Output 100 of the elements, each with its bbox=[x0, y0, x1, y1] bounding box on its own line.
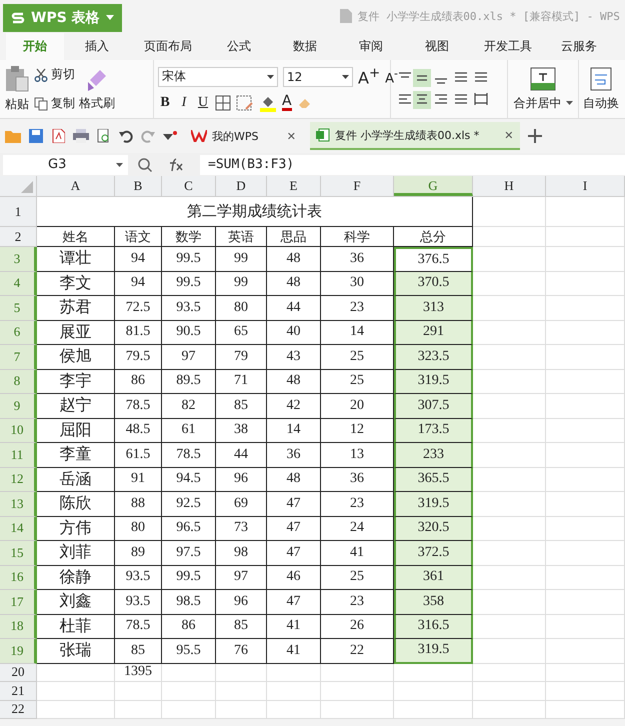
row-header[interactable]: 17 bbox=[0, 590, 37, 614]
table-cell: 86 bbox=[162, 614, 216, 639]
row-header[interactable]: 7 bbox=[0, 345, 37, 370]
row-header[interactable]: 22 bbox=[0, 700, 37, 719]
column-header[interactable]: B bbox=[115, 176, 162, 196]
column-header[interactable]: A bbox=[37, 176, 115, 196]
table-cell: 41 bbox=[267, 639, 321, 664]
row-header[interactable]: 6 bbox=[0, 320, 37, 345]
formula-field[interactable]: =SUM(B3:F3) bbox=[200, 154, 625, 174]
menu-tab[interactable]: 开发工具 bbox=[470, 33, 546, 60]
table-cell: 48 bbox=[267, 468, 321, 492]
font-color-button[interactable]: A bbox=[282, 94, 292, 112]
table-cell: 98 bbox=[216, 541, 267, 566]
shrink-font-button[interactable]: A$^{-}$ bbox=[385, 67, 398, 87]
menu-tab[interactable]: 云服务 bbox=[546, 33, 612, 60]
table-cell: 376.5 bbox=[394, 247, 473, 272]
table-cell: 99.5 bbox=[162, 247, 216, 272]
table-cell: 方伟 bbox=[37, 516, 115, 541]
document-tab[interactable]: 复件 小学学生成绩表00.xls * ✕ bbox=[310, 122, 520, 150]
font-style-button[interactable]: I bbox=[177, 94, 191, 111]
row-header[interactable]: 3 bbox=[0, 247, 37, 272]
row-header[interactable]: 4 bbox=[0, 272, 37, 296]
grow-font-button[interactable]: A$^{+}$ bbox=[358, 66, 380, 88]
font-name-dropdown[interactable]: 宋体 bbox=[158, 66, 278, 87]
table-cell: 173.5 bbox=[394, 418, 473, 443]
empty-cell bbox=[216, 682, 267, 700]
row-header[interactable]: 5 bbox=[0, 296, 37, 320]
dropdown-icon[interactable] bbox=[163, 131, 177, 141]
clipboard-icon bbox=[4, 65, 30, 93]
close-icon[interactable]: ✕ bbox=[286, 130, 296, 142]
caret-icon bbox=[566, 101, 572, 105]
column-header[interactable]: G bbox=[394, 176, 473, 196]
format-painter-button[interactable]: 格式刷 bbox=[79, 66, 115, 112]
row-header[interactable]: 2 bbox=[0, 227, 37, 247]
zoom-icon[interactable] bbox=[138, 158, 152, 172]
table-cell: 47 bbox=[267, 492, 321, 516]
name-box[interactable]: G3 bbox=[3, 154, 128, 174]
row-header[interactable]: 8 bbox=[0, 370, 37, 394]
print-preview-icon[interactable] bbox=[97, 129, 111, 143]
merge-center-button[interactable]: 合并居中 bbox=[508, 60, 579, 118]
table-cell: 40 bbox=[267, 320, 321, 345]
w-logo-icon bbox=[191, 130, 207, 142]
table-cell: 岳涵 bbox=[37, 468, 115, 492]
row-header[interactable]: 18 bbox=[0, 614, 37, 639]
column-header[interactable]: H bbox=[473, 176, 546, 196]
menu-tab[interactable]: 公式 bbox=[206, 33, 272, 60]
wrap-text-button[interactable]: 自动换 bbox=[579, 60, 623, 118]
table-cell: 苏君 bbox=[37, 296, 115, 320]
table-cell: 96 bbox=[216, 590, 267, 614]
table-cell: 323.5 bbox=[394, 345, 473, 370]
table-cell: 46 bbox=[267, 566, 321, 590]
column-header[interactable]: D bbox=[216, 176, 267, 196]
border-icon[interactable] bbox=[215, 94, 231, 111]
paste-button[interactable]: 粘贴 bbox=[4, 65, 30, 113]
save-icon[interactable] bbox=[29, 129, 43, 143]
row-header[interactable]: 19 bbox=[0, 639, 37, 664]
close-icon[interactable]: ✕ bbox=[504, 128, 514, 142]
row-header[interactable]: 15 bbox=[0, 541, 37, 566]
row-header[interactable]: 9 bbox=[0, 394, 37, 418]
menu-tab[interactable]: 插入 bbox=[64, 33, 130, 60]
cut-button[interactable]: 剪切 bbox=[34, 66, 75, 83]
column-header[interactable]: I bbox=[546, 176, 625, 196]
table-cell: 徐静 bbox=[37, 566, 115, 590]
menu-tab[interactable]: 视图 bbox=[404, 33, 470, 60]
table-cell: 81.5 bbox=[115, 320, 162, 345]
font-style-button[interactable]: B bbox=[158, 94, 172, 111]
menu-tab[interactable]: 审阅 bbox=[338, 33, 404, 60]
empty-cell bbox=[267, 682, 321, 700]
copy-button[interactable]: 复制 bbox=[34, 95, 75, 112]
row-header[interactable]: 20 bbox=[0, 664, 37, 682]
row-header[interactable]: 14 bbox=[0, 516, 37, 541]
table-cell: 94 bbox=[115, 272, 162, 296]
column-header[interactable]: E bbox=[267, 176, 321, 196]
table-cell: 319.5 bbox=[394, 492, 473, 516]
new-tab-icon[interactable] bbox=[528, 129, 542, 143]
row-header[interactable]: 16 bbox=[0, 566, 37, 590]
cell-style-icon[interactable] bbox=[236, 94, 254, 111]
column-header[interactable]: C bbox=[162, 176, 216, 196]
undo-icon[interactable] bbox=[119, 129, 133, 143]
table-cell: 78.5 bbox=[115, 614, 162, 639]
table-cell: 320.5 bbox=[394, 516, 473, 541]
row-header[interactable]: 11 bbox=[0, 443, 37, 468]
menu-tab[interactable]: 数据 bbox=[272, 33, 338, 60]
menu-tab[interactable]: 页面布局 bbox=[130, 33, 206, 60]
row-header[interactable]: 10 bbox=[0, 418, 37, 443]
table-cell: 李文 bbox=[37, 272, 115, 296]
row-header[interactable]: 1 bbox=[0, 197, 37, 227]
row-header[interactable]: 12 bbox=[0, 468, 37, 492]
menu-tab[interactable]: 开始 bbox=[6, 33, 64, 60]
print-icon[interactable] bbox=[73, 129, 89, 143]
table-cell: 48 bbox=[267, 272, 321, 296]
pdf-icon[interactable] bbox=[51, 129, 65, 143]
table-cell: 42 bbox=[267, 394, 321, 418]
row-header[interactable]: 13 bbox=[0, 492, 37, 516]
row-header[interactable]: 21 bbox=[0, 682, 37, 700]
font-style-button[interactable]: U bbox=[196, 94, 210, 111]
table-cell: 43 bbox=[267, 345, 321, 370]
font-size-dropdown[interactable]: 12 bbox=[283, 66, 353, 87]
document-tab[interactable]: 我的WPS ✕ bbox=[185, 123, 302, 149]
table-cell: 97.5 bbox=[162, 541, 216, 566]
